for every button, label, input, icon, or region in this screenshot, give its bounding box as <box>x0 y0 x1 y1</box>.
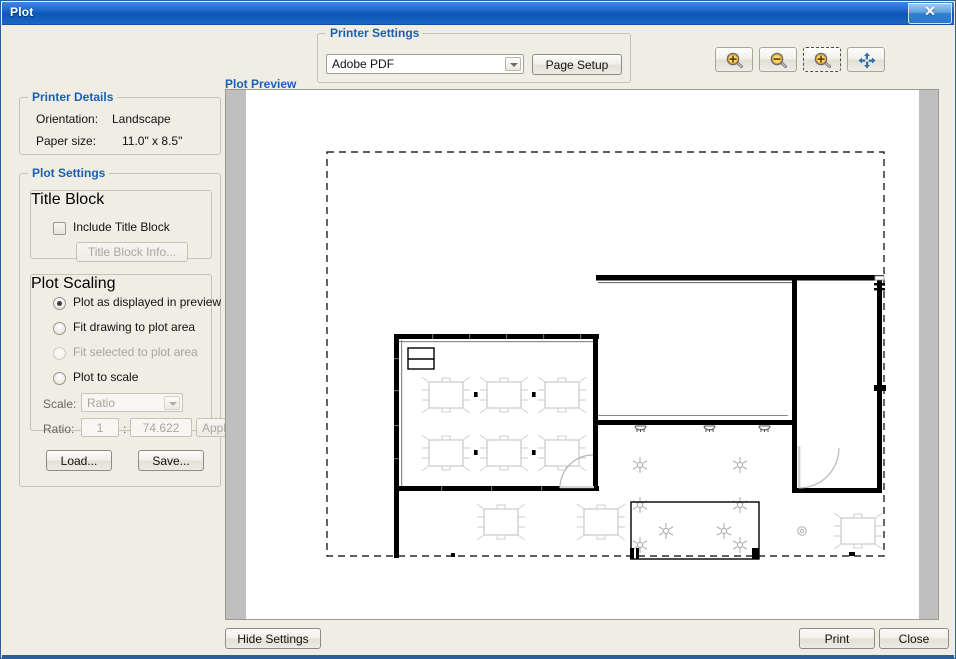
ceiling-fixture-symbol <box>632 536 648 554</box>
radio-fit-drawing[interactable] <box>53 322 66 335</box>
radio-plot-to-scale[interactable] <box>53 372 66 385</box>
floor-plan-drawing <box>326 151 886 560</box>
pan-button[interactable] <box>847 47 885 72</box>
radio-fit-selected-label: Fit selected to plot area <box>73 345 198 359</box>
scale-label: Scale: <box>43 397 77 411</box>
radio-plot-as-displayed[interactable] <box>53 297 66 310</box>
ratio-label: Ratio: <box>43 422 75 436</box>
ratio-separator: : <box>123 422 127 436</box>
printer-selected-value: Adobe PDF <box>332 57 395 71</box>
include-title-block-checkbox[interactable] <box>53 222 66 235</box>
plot-preview-frame[interactable] <box>225 89 939 620</box>
ceiling-fixture-symbol <box>732 496 748 514</box>
cubicle-symbol <box>479 434 529 472</box>
print-button[interactable]: Print <box>799 628 875 649</box>
plot-settings-legend: Plot Settings <box>28 166 110 180</box>
ceiling-fixture-symbol <box>632 456 648 474</box>
ceiling-fixture-symbol <box>658 522 674 540</box>
ceiling-fixture-symbol <box>732 536 748 554</box>
orientation-label: Orientation: <box>36 112 99 126</box>
zoom-out-button[interactable] <box>759 47 797 72</box>
load-label: Load... <box>60 454 98 468</box>
ceiling-fixture-symbol <box>716 522 732 540</box>
cubicle-symbol <box>421 434 471 472</box>
title-block-group: Title Block Include Title Block Title Bl… <box>30 190 212 262</box>
chevron-down-icon <box>505 57 521 71</box>
cubicle-symbol <box>421 376 471 414</box>
printer-details-legend: Printer Details <box>28 90 118 104</box>
cubicle-symbol <box>476 503 526 541</box>
plot-area-boundary <box>326 151 885 557</box>
radio-plot-as-displayed-label: Plot as displayed in preview <box>73 295 222 309</box>
scale-dropdown[interactable]: Ratio <box>81 393 183 412</box>
cubicle-symbol <box>833 512 883 550</box>
cubicle-symbol <box>576 503 626 541</box>
title-block-info-label: Title Block Info... <box>87 245 177 259</box>
title-bar: Plot ✕ <box>2 2 954 25</box>
paper-size-label: Paper size: <box>36 134 97 148</box>
ratio-numerator-input[interactable]: 1 <box>81 418 119 437</box>
radio-plot-to-scale-label: Plot to scale <box>73 370 139 384</box>
radio-fit-drawing-label: Fit drawing to plot area <box>73 320 196 334</box>
print-label: Print <box>824 632 850 646</box>
printer-select[interactable]: Adobe PDF <box>326 54 524 74</box>
zoom-window-button[interactable] <box>803 47 841 72</box>
include-title-block-label: Include Title Block <box>73 220 170 234</box>
paper-size-value: 11.0" x 8.5" <box>122 134 183 148</box>
cubicle-symbol <box>537 434 587 472</box>
window-title: Plot <box>10 5 34 19</box>
title-block-info-button[interactable]: Title Block Info... <box>76 242 188 262</box>
preview-page-sheet <box>246 90 919 619</box>
cubicle-symbol <box>537 376 587 414</box>
load-button[interactable]: Load... <box>46 450 112 471</box>
save-button[interactable]: Save... <box>138 450 204 471</box>
plot-dialog: Plot ✕ Printer Details Orientation: Land… <box>0 0 956 659</box>
plot-scaling-group: Plot Scaling Plot as displayed in previe… <box>30 274 238 437</box>
zoom-in-icon <box>726 52 743 68</box>
page-setup-button[interactable]: Page Setup <box>532 54 622 75</box>
zoom-out-icon <box>770 52 787 68</box>
zoom-in-button[interactable] <box>715 47 753 72</box>
plot-scaling-legend: Plot Scaling <box>31 275 116 292</box>
hide-settings-button[interactable]: Hide Settings <box>225 628 321 649</box>
printer-settings-legend: Printer Settings <box>326 26 424 40</box>
plot-settings-group: Plot Settings Title Block Include Title … <box>19 166 238 487</box>
printer-details-group: Printer Details Orientation: Landscape P… <box>19 90 221 155</box>
chevron-down-icon <box>164 396 180 410</box>
ratio-denominator-input[interactable]: 74.622 <box>130 418 192 437</box>
printer-settings-group: Printer Settings Adobe PDF Page Setup <box>317 26 631 83</box>
cubicle-symbol <box>479 376 529 414</box>
close-label: Close <box>898 632 930 646</box>
zoom-window-icon <box>814 52 831 68</box>
ceiling-fixture-symbol <box>732 456 748 474</box>
close-button[interactable]: Close <box>879 628 949 649</box>
save-label: Save... <box>152 454 190 468</box>
radio-fit-selected <box>53 347 66 360</box>
hide-settings-label: Hide Settings <box>237 632 309 646</box>
pan-icon <box>858 52 876 69</box>
ceiling-fixture-symbol <box>632 496 648 514</box>
scale-value: Ratio <box>87 396 116 410</box>
close-icon: ✕ <box>924 3 936 19</box>
title-block-legend: Title Block <box>31 191 211 209</box>
footer-separator <box>2 655 954 658</box>
orientation-value: Landscape <box>112 112 171 126</box>
page-setup-label: Page Setup <box>545 58 609 72</box>
window-close-button[interactable]: ✕ <box>908 3 952 24</box>
